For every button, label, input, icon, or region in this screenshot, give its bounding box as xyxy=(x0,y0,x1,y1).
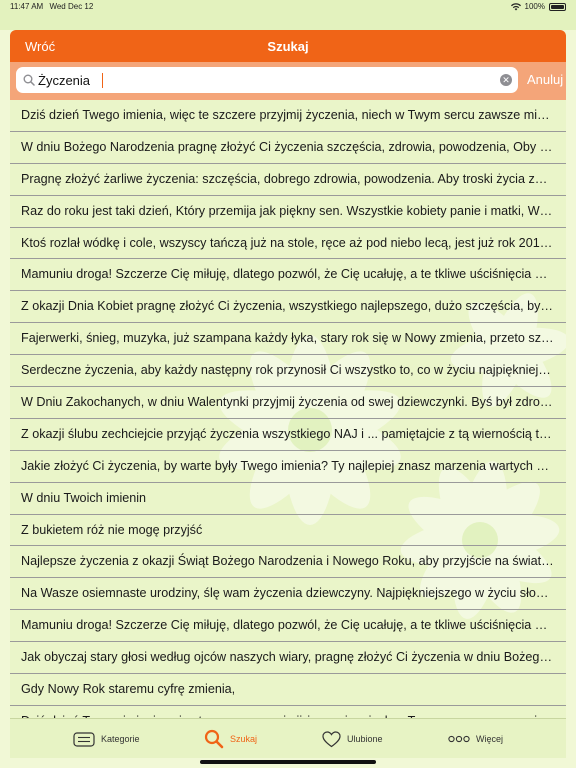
tab-label: Więcej xyxy=(476,734,504,744)
search-icon xyxy=(23,74,35,86)
battery-percent: 100% xyxy=(524,2,545,11)
page-title: Szukaj xyxy=(267,39,309,54)
list-item[interactable]: Raz do roku jest taki dzień, Który przem… xyxy=(10,196,566,228)
list-item[interactable]: Pragnę złożyć żarliwe życzenia: szczęści… xyxy=(10,164,566,196)
list-item[interactable]: Jak obyczaj stary głosi według ojców nas… xyxy=(10,642,566,675)
list-item[interactable]: Dziś dzień Twego imienia, więc te szczer… xyxy=(10,706,566,718)
tab-label: Ulubione xyxy=(347,734,383,744)
home-indicator xyxy=(200,760,376,764)
tab-ulubione[interactable]: Ulubione xyxy=(322,729,383,749)
list-item[interactable]: Na Wasze osiemnaste urodziny, ślę wam ży… xyxy=(10,578,566,611)
list-item[interactable]: Gdy Nowy Rok staremu cyfrę zmienia, xyxy=(10,674,566,706)
list-item[interactable]: W dniu Twoich imienin xyxy=(10,483,566,515)
tab-kategorie[interactable]: Kategorie xyxy=(73,729,140,749)
list-item[interactable]: Najlepsze życzenia z okazji Świąt Bożego… xyxy=(10,546,566,579)
list-item[interactable]: W Dniu Zakochanych, w dniu Walentynki pr… xyxy=(10,387,566,419)
status-date: Wed Dec 12 xyxy=(49,2,94,11)
text-caret xyxy=(102,73,103,88)
list-icon xyxy=(73,731,95,747)
search-icon xyxy=(204,729,224,749)
heart-icon xyxy=(322,730,341,747)
top-margin xyxy=(0,14,576,30)
search-field[interactable]: ✕ xyxy=(16,67,518,93)
tab-label: Szukaj xyxy=(230,734,258,744)
list-item[interactable]: Z okazji ślubu zechciejcie przyjąć życze… xyxy=(10,419,566,451)
list-item[interactable]: Dziś dzień Twego imienia, więc te szczer… xyxy=(10,100,566,132)
cancel-button[interactable]: Anuluj xyxy=(527,72,563,87)
tab-szukaj[interactable]: Szukaj xyxy=(204,729,257,749)
more-icon xyxy=(448,735,470,743)
search-bar: ✕ Anuluj xyxy=(10,62,566,100)
status-time: 11:47 AM xyxy=(10,2,44,11)
list-item[interactable]: Serdeczne życzenia, aby każdy następny r… xyxy=(10,355,566,388)
search-input[interactable] xyxy=(38,70,478,90)
list-item[interactable]: Z bukietem róż nie mogę przyjść xyxy=(10,515,566,547)
tab-bar: Kategorie Szukaj Ulubione Więcej xyxy=(10,718,566,758)
list-item[interactable]: Mamuniu droga! Szczerze Cię miłuję, dlat… xyxy=(10,259,566,292)
results-list[interactable]: Dziś dzień Twego imienia, więc te szczer… xyxy=(10,100,566,718)
list-item[interactable]: Z okazji Dnia Kobiet pragnę złożyć Ci ży… xyxy=(10,291,566,324)
list-item[interactable]: Fajerwerki, śnieg, muzyka, już szampana … xyxy=(10,323,566,356)
navigation-bar: Wróć Szukaj xyxy=(10,30,566,62)
tab-label: Kategorie xyxy=(101,734,140,744)
tab-wiecej[interactable]: Więcej xyxy=(448,729,503,749)
clear-icon[interactable]: ✕ xyxy=(500,74,512,86)
list-item[interactable]: W dniu Bożego Narodzenia pragnę złożyć C… xyxy=(10,132,566,164)
list-item[interactable]: Ktoś rozlał wódkę i cole, wszyscy tańczą… xyxy=(10,228,566,260)
list-item[interactable]: Jakie złożyć Ci życzenia, by warte były … xyxy=(10,451,566,483)
list-item[interactable]: Mamuniu droga! Szczerze Cię miłuję, dlat… xyxy=(10,610,566,643)
wifi-icon xyxy=(510,2,521,10)
battery-icon xyxy=(549,2,566,11)
status-bar: 11:47 AM Wed Dec 12 100% xyxy=(0,0,576,14)
